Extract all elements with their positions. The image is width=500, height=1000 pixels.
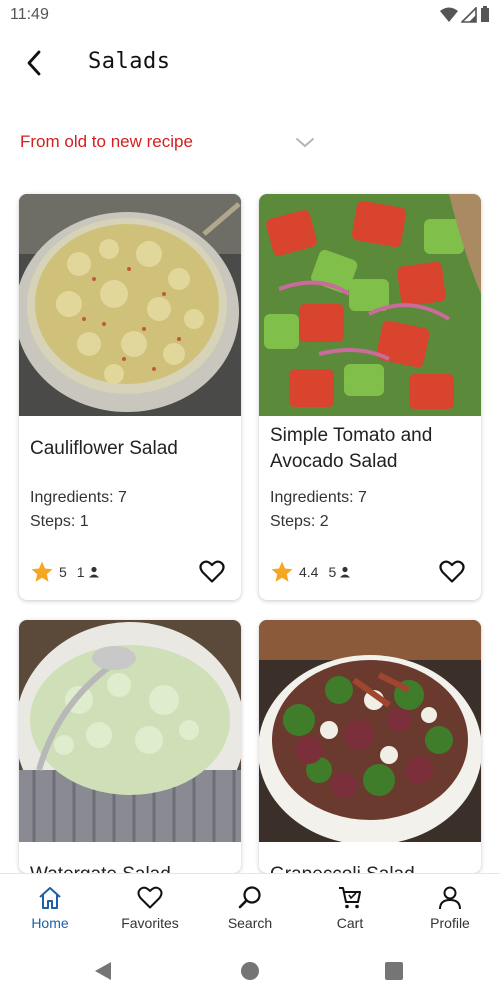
grapeccoli-salad-photo [259,620,481,842]
heart-outline-icon [439,560,465,583]
home-icon [39,887,61,909]
nav-profile[interactable]: Profile [400,874,500,943]
person-icon [340,566,351,578]
heart-outline-icon [199,560,225,583]
nav-search[interactable]: Search [200,874,300,943]
nav-label: Search [227,915,273,931]
card-footer: 4.4 5 [270,557,470,587]
nav-cart[interactable]: Cart [300,874,400,943]
system-navigation-bar [0,943,500,1000]
nav-label: Profile [430,915,470,931]
review-count: 1 [76,564,85,580]
system-back-icon[interactable] [92,960,114,982]
star-icon [271,561,293,582]
nav-home[interactable]: Home [0,874,100,943]
watergate-salad-photo [19,620,241,842]
nav-label: Cart [336,915,364,931]
recipe-title: Grapeccoli Salad [270,862,470,873]
nav-label: Favorites [121,915,179,931]
profile-icon [439,886,461,910]
recipe-card[interactable]: Cauliflower Salad Ingredients: 7 Steps: … [19,194,241,600]
bottom-navigation: Home Favorites Search Cart Profile [0,873,500,943]
card-footer: 5 1 [30,557,230,587]
search-icon [238,886,261,909]
favorite-button[interactable] [198,558,226,586]
review-count: 5 [328,564,337,580]
heart-icon [137,886,163,909]
recipe-steps: Steps: 2 [270,513,329,530]
recipe-title: Watergate Salad [30,862,230,873]
recipe-ingredients: Ingredients: 7 [30,489,127,506]
recipe-card[interactable]: Simple Tomato and Avocado Salad Ingredie… [259,194,481,600]
rating-value: 5 [59,564,67,580]
recipe-card[interactable]: Watergate Salad [19,620,241,873]
system-recents-icon[interactable] [383,960,405,982]
recipe-steps: Steps: 1 [30,513,89,530]
star-icon [31,561,53,582]
nav-favorites[interactable]: Favorites [100,874,200,943]
recipe-card[interactable]: Grapeccoli Salad [259,620,481,873]
nav-label: Home [31,915,69,931]
rating-value: 4.4 [299,564,319,580]
recipe-title: Simple Tomato and Avocado Salad [270,425,433,472]
cart-icon [339,887,361,909]
system-home-icon[interactable] [239,960,261,982]
tomato-avocado-salad-photo [259,194,481,416]
recipe-grid: Cauliflower Salad Ingredients: 7 Steps: … [0,0,500,1000]
favorite-button[interactable] [438,558,466,586]
recipe-title: Cauliflower Salad [30,438,178,459]
person-icon [88,566,99,578]
cauliflower-salad-photo [19,194,241,416]
recipe-ingredients: Ingredients: 7 [270,489,367,506]
